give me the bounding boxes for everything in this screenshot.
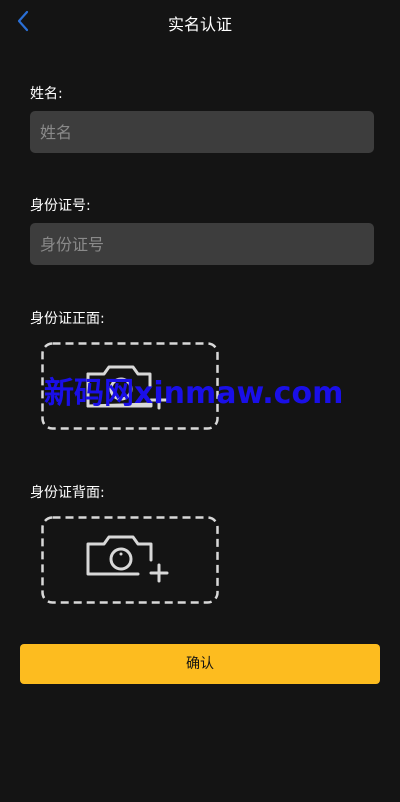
confirm-button[interactable]: 确认 [20,644,380,684]
id-number-input[interactable] [30,223,374,265]
name-label: 姓名: [30,86,63,102]
id-front-label: 身份证正面: [30,311,105,327]
header-bar: 实名认证 [0,0,400,44]
real-name-verification-page: 实名认证 姓名: 身份证号: 身份证正面: 新码网xinmaw.com 身份证背… [0,0,400,802]
name-input[interactable] [30,111,374,153]
page-title: 实名认证 [167,15,232,34]
id-back-label: 身份证背面: [30,485,105,501]
id-back-upload[interactable] [41,516,219,604]
watermark-text: 新码网xinmaw.com [44,376,344,411]
camera-add-icon [86,535,169,583]
id-number-label: 身份证号: [30,198,91,214]
